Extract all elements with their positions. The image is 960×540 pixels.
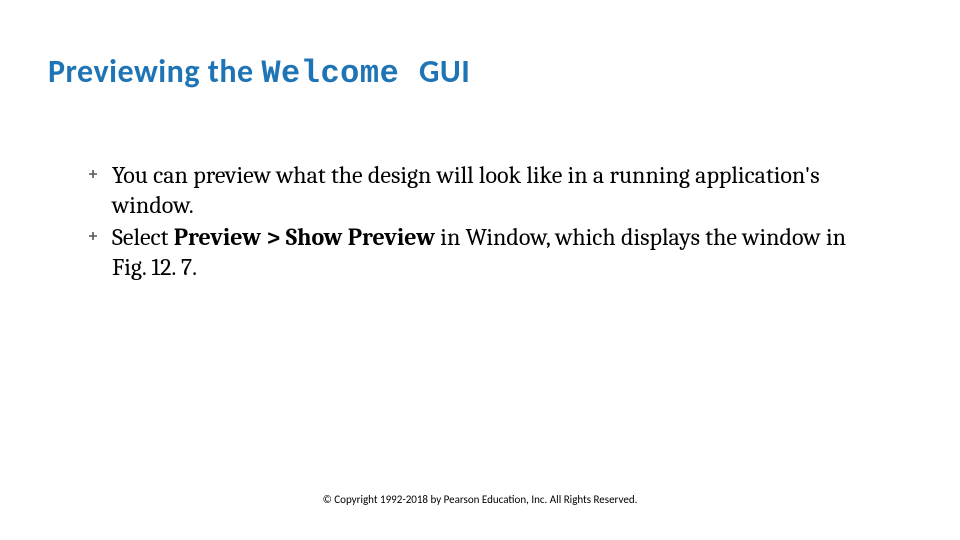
slide-title: Previewing the Welcome GUI bbox=[48, 52, 912, 92]
bullet-item: Select Preview > Show Preview in Window,… bbox=[88, 222, 872, 282]
title-part-3: GUI bbox=[419, 52, 470, 91]
title-part-2: Welcome bbox=[261, 55, 419, 92]
bullet-text-segment: You can preview what the design will loo… bbox=[112, 161, 820, 219]
slide-body: You can preview what the design will loo… bbox=[88, 160, 872, 284]
copyright-footer: © Copyright 1992-2018 by Pearson Educati… bbox=[0, 493, 960, 506]
bullet-item: You can preview what the design will loo… bbox=[88, 160, 872, 220]
slide: Previewing the Welcome GUI You can previ… bbox=[0, 0, 960, 540]
title-part-1: Previewing the bbox=[48, 52, 261, 91]
bullet-text-segment: Select bbox=[112, 223, 174, 251]
bullet-text-segment: Preview > Show Preview bbox=[174, 223, 435, 251]
